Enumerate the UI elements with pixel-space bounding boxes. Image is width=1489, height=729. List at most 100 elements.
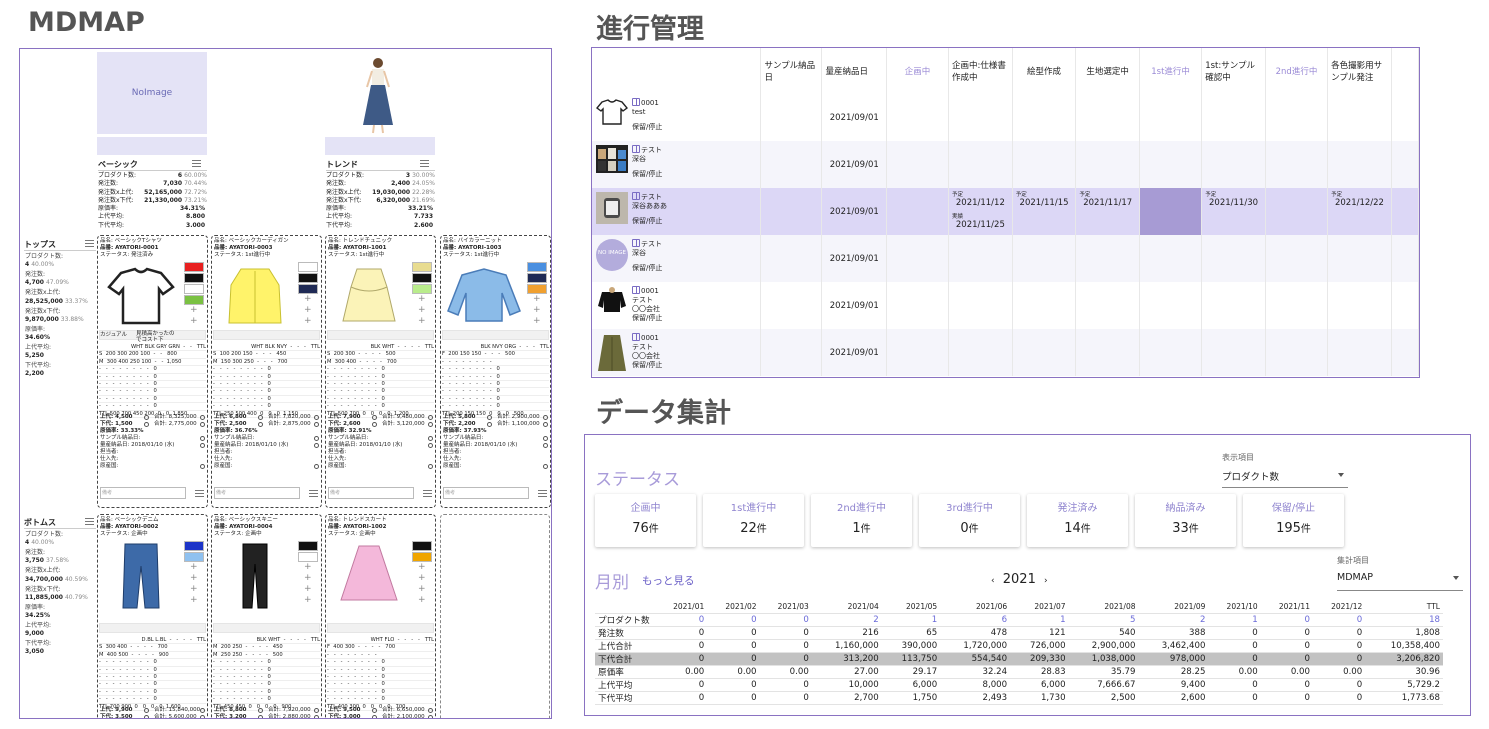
color-swatch[interactable] [298,273,318,283]
stage-cell[interactable] [1265,329,1329,376]
stage-cell[interactable] [1012,141,1077,188]
color-swatch[interactable] [412,284,432,294]
progress-item-cell[interactable]: 0001 テスト 〇〇会社 保留/停止 [592,282,762,329]
add-color-icon[interactable]: + [304,306,312,315]
add-color-icon[interactable]: + [418,585,426,594]
product-card[interactable]: 品名: ベーシックデニム 品番: AYATORI-0002 ステータス: 企画中 + +… [97,514,208,718]
status-card[interactable]: 3rd進行中 0件 [919,494,1020,547]
card-menu-icon[interactable] [195,490,204,497]
aggregate-item-select[interactable]: 集計項目 MDMAP [1337,556,1463,591]
add-color-icon[interactable]: + [190,317,198,326]
progress-item-cell[interactable]: テスト 深谷 保留/停止 [592,141,762,188]
stage-cell[interactable] [1139,329,1203,376]
stage-cell[interactable] [1265,94,1329,141]
radio-circle[interactable] [487,415,492,420]
color-swatch[interactable] [184,295,204,305]
add-color-icon[interactable]: + [190,306,198,315]
stage-cell[interactable] [1139,235,1203,282]
add-color-icon[interactable]: + [418,295,426,304]
color-swatch[interactable] [298,262,318,272]
progress-row[interactable]: 0001 test 保留/停止 2021/09/01 [592,94,1419,141]
stage-cell[interactable] [1075,329,1141,376]
stage-cell[interactable] [1201,329,1266,376]
progress-item-cell[interactable]: NO IMAGE テスト 深谷 保留/停止 [592,235,762,282]
card-menu-icon[interactable] [423,490,432,497]
progress-item-cell[interactable]: 0001 test 保留/停止 [592,94,762,141]
sample-date-cell[interactable] [760,94,823,141]
book-icon[interactable] [632,239,640,247]
monthly-value[interactable]: 2 [811,613,882,627]
monthly-value[interactable]: 0 [707,613,760,627]
card-menu-icon[interactable] [538,490,547,497]
radio-circle[interactable] [428,436,433,441]
radio-circle[interactable] [543,464,548,469]
radio-circle[interactable] [428,715,433,718]
radio-circle[interactable] [258,715,263,718]
status-card[interactable]: 2nd進行中 1件 [811,494,912,547]
status-card[interactable]: 保留/停止 195件 [1243,494,1344,547]
add-color-icon[interactable]: + [304,295,312,304]
spec-cell[interactable]: 予定 2021/11/12 実績 2021/11/25 [948,188,1013,235]
add-color-icon[interactable]: + [533,317,541,326]
stage-cell[interactable] [948,235,1013,282]
add-color-icon[interactable]: + [418,317,426,326]
stage-cell[interactable] [1075,282,1141,329]
planning-cell[interactable] [886,235,950,282]
add-color-icon[interactable]: + [418,596,426,605]
add-color-icon[interactable]: + [304,317,312,326]
radio-circle[interactable] [314,464,319,469]
stage-cell[interactable] [1201,235,1266,282]
product-card[interactable]: 品名: ベーシックスキニー 品番: AYATORI-0004 ステータス: 企画中 +… [211,514,322,718]
radio-circle[interactable] [428,708,433,713]
mass-date-cell[interactable]: 2021/09/01 [821,282,888,329]
product-card[interactable]: 品名: ベーシックカーディガン 品番: AYATORI-0003 ステータス: 1s… [211,235,322,508]
color-swatch[interactable] [298,541,318,551]
first-progress-cell[interactable] [1139,188,1203,235]
next-year-icon[interactable]: › [1044,576,1048,586]
sample-date-cell[interactable] [760,141,823,188]
display-item-select[interactable]: 表示項目 プロダクト数 [1222,453,1348,488]
add-color-icon[interactable]: + [418,563,426,572]
stage-cell[interactable] [1139,141,1203,188]
stage-cell[interactable] [1139,94,1203,141]
add-color-icon[interactable]: + [533,306,541,315]
add-color-icon[interactable]: + [533,295,541,304]
radio-circle[interactable] [314,415,319,420]
stage-cell[interactable] [1327,329,1392,376]
radio-circle[interactable] [543,443,548,448]
stage-cell[interactable] [948,141,1013,188]
monthly-value[interactable]: 1 [881,613,941,627]
color-swatch[interactable] [527,273,547,283]
sample-date-cell[interactable] [760,235,823,282]
sample-date-cell[interactable] [760,329,823,376]
color-swatch[interactable] [412,262,432,272]
color-swatch[interactable] [527,284,547,294]
radio-circle[interactable] [144,422,149,427]
progress-item-cell[interactable]: テスト 深谷あああ 保留/停止 [592,188,762,235]
monthly-value[interactable]: 1 [1208,613,1261,627]
radio-circle[interactable] [372,415,377,420]
add-color-icon[interactable]: + [190,596,198,605]
monthly-value[interactable]: 18 [1365,613,1443,627]
monthly-value[interactable]: 6 [940,613,1011,627]
radio-circle[interactable] [372,715,377,718]
photo-sample-cell[interactable]: 予定 2021/12/22 [1327,188,1392,235]
status-card[interactable]: 1st進行中 22件 [703,494,804,547]
radio-circle[interactable] [543,422,548,427]
add-color-icon[interactable]: + [304,563,312,572]
radio-circle[interactable] [314,708,319,713]
stage-cell[interactable] [1012,235,1077,282]
radio-circle[interactable] [428,443,433,448]
stage-cell[interactable] [1265,282,1329,329]
status-card[interactable]: 発注済み 14件 [1027,494,1128,547]
row-bottoms-menu-icon[interactable] [85,518,94,525]
monthly-value[interactable]: 0 [759,613,812,627]
color-swatch[interactable] [184,284,204,294]
memo-input[interactable]: 備考 [214,487,300,499]
radio-circle[interactable] [487,422,492,427]
planning-cell[interactable] [886,141,950,188]
color-swatch[interactable] [184,552,204,562]
prev-year-icon[interactable]: ‹ [991,576,995,586]
radio-circle[interactable] [258,708,263,713]
product-card[interactable]: 品名: バイカラーニット 品番: AYATORI-1003 ステータス: 1st進行… [440,235,551,508]
